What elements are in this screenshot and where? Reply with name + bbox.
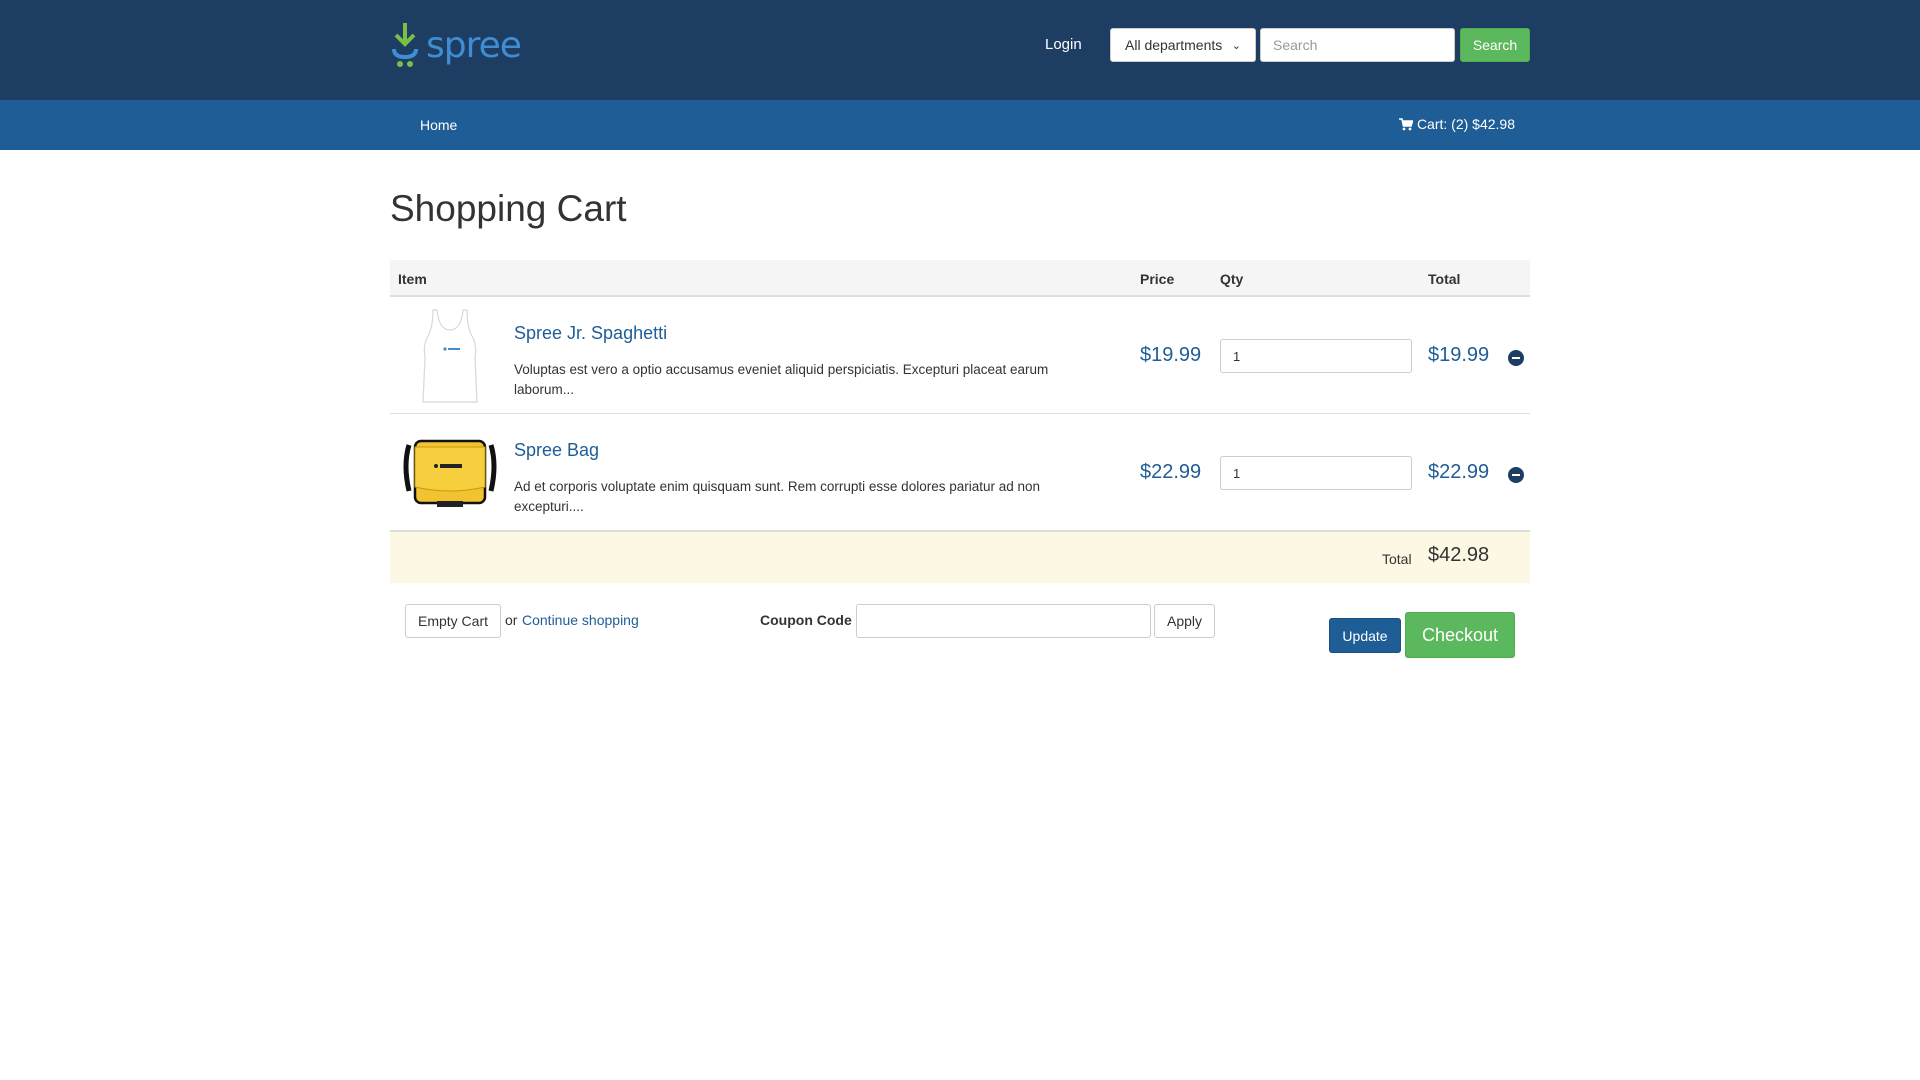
product-name-link[interactable]: Spree Jr. Spaghetti — [514, 323, 667, 344]
column-header-total: Total — [1428, 271, 1461, 287]
apply-coupon-button[interactable]: Apply — [1154, 604, 1215, 638]
cart-table-header: Item Price Qty Total — [390, 260, 1530, 297]
cart-total-value: $42.98 — [1428, 544, 1490, 566]
cart-table: Item Price Qty Total Spree Jr. Spaghetti… — [390, 260, 1530, 583]
empty-cart-button[interactable]: Empty Cart — [405, 604, 501, 638]
brand-name: spree — [426, 24, 522, 66]
search-button[interactable]: Search — [1460, 28, 1530, 62]
spree-logo-icon — [392, 23, 418, 67]
login-link[interactable]: Login — [1045, 36, 1082, 53]
update-cart-button[interactable]: Update — [1329, 618, 1401, 653]
line-total: $19.99 — [1428, 344, 1490, 366]
tank-top-product-image[interactable] — [400, 307, 500, 404]
spree-logo[interactable]: spree — [390, 20, 522, 70]
nav-home-link[interactable]: Home — [420, 117, 457, 133]
main-nav: Home Cart: (2) $42.98 — [0, 100, 1920, 150]
product-price: $22.99 — [1140, 461, 1202, 483]
cart-total-row: Total $42.98 — [390, 531, 1530, 583]
remove-item-icon[interactable] — [1508, 467, 1524, 483]
cart-total-label: Total — [1382, 551, 1412, 567]
line-total: $22.99 — [1428, 461, 1490, 483]
department-select[interactable]: All departments ⌄ — [1110, 28, 1256, 62]
remove-item-icon[interactable] — [1508, 350, 1524, 366]
column-header-qty: Qty — [1220, 271, 1244, 287]
page-title: Shopping Cart — [390, 188, 627, 229]
coupon-code-label: Coupon Code — [760, 612, 852, 628]
coupon-code-input[interactable] — [856, 604, 1151, 638]
cart-icon — [1398, 117, 1413, 130]
search-input[interactable] — [1260, 28, 1455, 62]
product-name-link[interactable]: Spree Bag — [514, 440, 599, 461]
cart-row: Spree Jr. Spaghetti Voluptas est vero a … — [390, 297, 1530, 414]
cart-row: Spree Bag Ad et corporis voluptate enim … — [390, 414, 1530, 531]
column-header-item: Item — [398, 271, 427, 287]
continue-shopping-link[interactable]: Continue shopping — [522, 612, 639, 628]
quantity-input[interactable] — [1220, 456, 1412, 490]
column-header-price: Price — [1140, 271, 1175, 287]
quantity-input[interactable] — [1220, 339, 1412, 373]
nav-cart-link[interactable]: Cart: (2) $42.98 — [1398, 116, 1515, 132]
product-price: $19.99 — [1140, 344, 1202, 366]
or-text: or — [505, 612, 518, 628]
top-header: spree Login All departments ⌄ Search — [0, 0, 1920, 100]
product-description: Ad et corporis voluptate enim quisquam s… — [514, 479, 1041, 514]
chevron-down-icon: ⌄ — [1231, 39, 1241, 52]
cart-summary: Cart: (2) $42.98 — [1416, 116, 1515, 132]
department-select-value: All departments — [1125, 37, 1223, 53]
checkout-button[interactable]: Checkout — [1405, 612, 1515, 658]
messenger-bag-product-image[interactable] — [400, 424, 500, 521]
product-description: Voluptas est vero a optio accusamus even… — [514, 362, 1049, 397]
